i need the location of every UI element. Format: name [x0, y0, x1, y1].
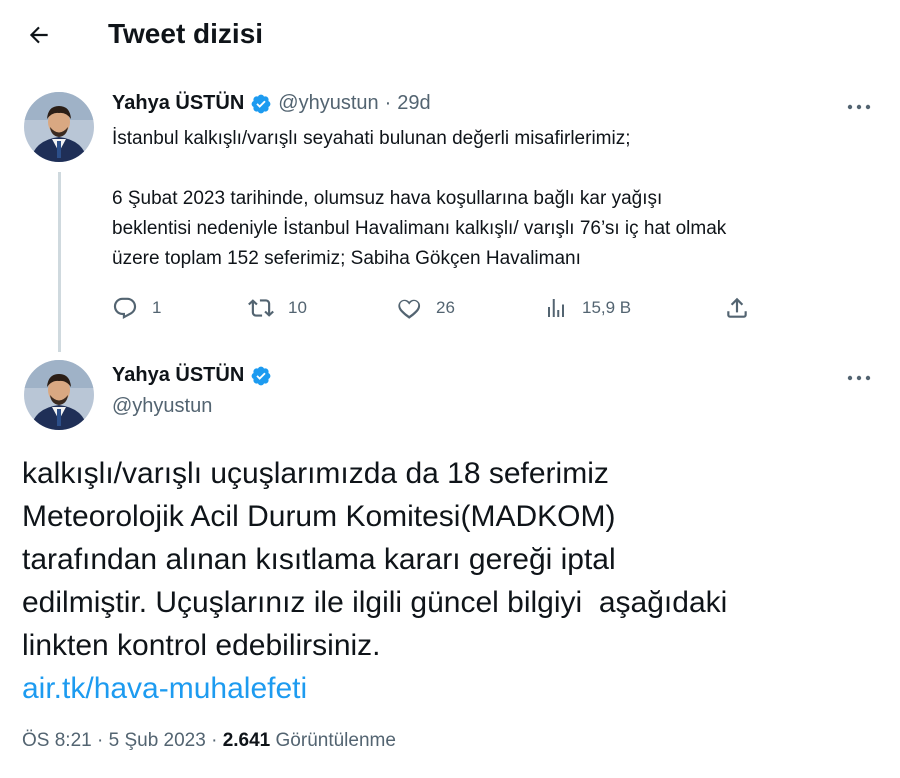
view-label: Görüntülenme — [275, 730, 396, 751]
thread-connector-line — [58, 172, 61, 352]
retweet-button[interactable]: 10 — [248, 290, 307, 326]
views-count: 15,9 B — [582, 298, 632, 317]
reply-button[interactable]: 1 — [112, 290, 161, 326]
tweet-text-line: 6 Şubat 2023 tarihinde, olumsuz hava koş… — [112, 188, 663, 209]
more-icon — [847, 104, 871, 110]
tweet-text-line: İstanbul kalkışlı/varışlı seyahati bulun… — [112, 128, 631, 149]
avatar[interactable] — [24, 92, 94, 162]
author-name[interactable]: Yahya ÜSTÜN — [112, 364, 244, 387]
tweet-time[interactable]: ÖS 8:21 — [22, 730, 92, 751]
views-icon — [548, 299, 564, 317]
back-button[interactable] — [22, 18, 56, 52]
views-button[interactable]: 15,9 B — [544, 290, 631, 326]
tweet1-author-row: Yahya ÜSTÜN @yhyustun · 29d — [112, 92, 431, 115]
reply-count: 1 — [152, 298, 162, 317]
share-button[interactable] — [724, 290, 750, 326]
tweet-text-line: Meteorolojik Acil Durum Komitesi(MADKOM) — [22, 500, 616, 533]
tweet-text-line: beklentisi nedeniyle İstanbul Havalimanı… — [112, 218, 727, 239]
back-arrow-icon — [29, 26, 48, 44]
tweet2-text: kalkışlı/varışlı uçuşlarımızda da 18 sef… — [22, 452, 882, 710]
tweet-link[interactable]: air.tk/hava-muhalefeti — [22, 672, 307, 705]
tweet-date[interactable]: 5 Şub 2023 — [109, 730, 206, 751]
retweet-count: 10 — [288, 298, 307, 317]
tweet-text-line: üzere toplam 152 seferimiz; Sabiha Gökçe… — [112, 248, 581, 269]
author-handle[interactable]: @yhyustun — [278, 92, 378, 115]
like-icon — [398, 299, 421, 319]
meta-separator: · — [384, 92, 392, 114]
verified-badge-icon — [250, 365, 272, 387]
tweet-text-line: kalkışlı/varışlı uçuşlarımızda da 18 sef… — [22, 457, 609, 490]
tweet-timestamp-row: ÖS 8:21 · 5 Şub 2023 · 2.641 Görüntülenm… — [22, 730, 396, 752]
meta-separator: · — [211, 730, 218, 751]
like-button[interactable]: 26 — [396, 290, 455, 326]
retweet-icon — [248, 299, 274, 317]
header: Tweet dizisi — [0, 0, 900, 70]
more-options-button[interactable] — [844, 97, 874, 117]
page-title: Tweet dizisi — [108, 18, 264, 49]
avatar[interactable] — [24, 360, 94, 430]
meta-separator: · — [97, 730, 104, 751]
author-name[interactable]: Yahya ÜSTÜN — [112, 92, 244, 115]
author-handle[interactable]: @yhyustun — [112, 395, 212, 418]
tweet-text-line: edilmiştir. Uçuşlarınız ile ilgili günce… — [22, 586, 728, 619]
view-count: 2.641 — [222, 730, 271, 751]
share-icon — [727, 297, 747, 318]
tweet-text-line: tarafından alınan kısıtlama kararı gereğ… — [22, 543, 616, 576]
more-icon — [847, 375, 871, 381]
like-count: 26 — [436, 298, 455, 317]
reply-icon — [113, 297, 137, 319]
tweet1-text: İstanbul kalkışlı/varışlı seyahati bulun… — [112, 124, 872, 274]
tweet-text-line: linkten kontrol edebilirsiniz. — [22, 629, 381, 662]
more-options-button[interactable] — [844, 368, 874, 388]
verified-badge-icon — [250, 93, 272, 115]
tweet1-action-bar: 1 10 26 15,9 B — [112, 290, 752, 326]
tweet2-author-row: Yahya ÜSTÜN — [112, 364, 278, 387]
tweet-time[interactable]: 29d — [397, 92, 430, 115]
